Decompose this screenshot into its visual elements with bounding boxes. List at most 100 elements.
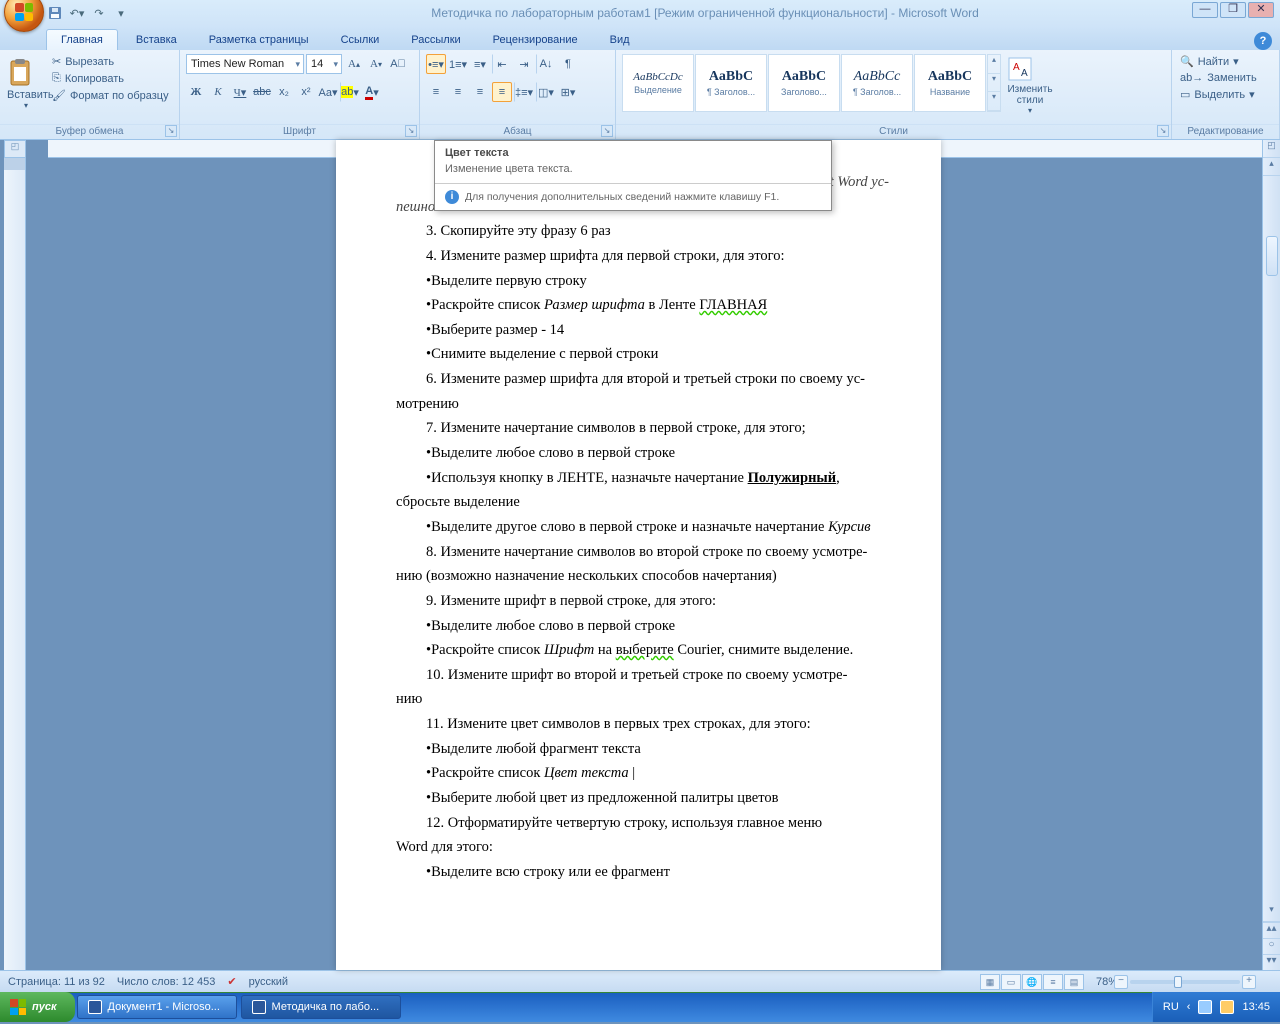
group-label-clipboard: Буфер обмена [0,124,179,138]
group-label-styles: Стили [616,124,1171,138]
clipboard-dialog-launcher[interactable]: ↘ [165,125,177,137]
close-button[interactable]: ✕ [1248,2,1274,18]
next-page-icon[interactable]: ▾▾ [1263,954,1280,970]
view-web[interactable]: 🌐 [1022,974,1042,990]
change-case-button[interactable]: Aa▾ [318,82,338,102]
copy-button[interactable]: ⎘ Копировать [50,71,171,86]
clear-format-icon[interactable]: A⃫ [388,54,408,74]
tab-review[interactable]: Рецензирование [479,30,592,50]
show-marks-button[interactable]: ¶ [558,54,578,74]
align-left-button[interactable]: ≡ [426,82,446,102]
italic-button[interactable]: К [208,82,228,102]
align-center-button[interactable]: ≡ [448,82,468,102]
sort-button[interactable]: A↓ [536,54,556,74]
format-painter-button[interactable]: 🖌 Формат по образцу [50,88,171,103]
ruler-toggle[interactable]: ◰ [4,140,26,158]
status-word-count[interactable]: Число слов: 12 453 [117,976,215,988]
taskbar-item-methodichka[interactable]: Методичка по лабо... [241,995,401,1019]
group-label-paragraph: Абзац [420,124,615,138]
view-buttons: ▦ ▭ 🌐 ≡ ▤ [980,974,1084,990]
status-proofing-icon[interactable]: ✔ [227,975,236,988]
numbering-button[interactable]: 1≡▾ [448,54,468,74]
window-title: Методичка по лабораторным работам1 [Режи… [130,6,1280,20]
grow-font-icon[interactable]: A▴ [344,54,364,74]
shrink-font-icon[interactable]: A▾ [366,54,386,74]
view-print-layout[interactable]: ▦ [980,974,1000,990]
undo-icon[interactable]: ↶▾ [68,4,86,22]
qat-customize-icon[interactable]: ▾ [112,4,130,22]
multilevel-list-button[interactable]: ≡▾ [470,54,490,74]
word-doc-icon [252,1000,266,1014]
tab-mailings[interactable]: Рассылки [397,30,474,50]
vertical-ruler[interactable] [4,140,26,970]
tooltip-desc: Изменение цвета текста. [435,161,831,183]
scroll-up-icon[interactable]: ▴ [1263,158,1280,176]
style-tile[interactable]: AaBbCcDcВыделение [622,54,694,112]
change-styles-button[interactable]: AA Изменить стили▾ [1005,54,1055,117]
maximize-button[interactable]: ❐ [1220,2,1246,18]
paste-button[interactable]: Вставить▾ [6,54,46,120]
tab-references[interactable]: Ссылки [327,30,394,50]
start-button[interactable]: пуск [0,992,75,1022]
tray-show-hidden-icon[interactable]: ‹ [1187,1001,1191,1013]
font-name-combo[interactable]: Times New Roman [186,54,304,74]
font-color-button[interactable]: A▾ [362,82,382,102]
status-page[interactable]: Страница: 11 из 92 [8,976,105,988]
vertical-scrollbar[interactable]: ◰ ▴ ▾ ▴▴ ○ ▾▾ [1262,140,1280,970]
bold-button[interactable]: Ж [186,82,206,102]
browse-object-icon[interactable]: ○ [1263,938,1280,954]
highlight-color-button[interactable]: ab▾ [340,82,360,102]
tray-clock[interactable]: 13:45 [1242,1001,1270,1013]
font-size-combo[interactable]: 14 [306,54,342,74]
font-dialog-launcher[interactable]: ↘ [405,125,417,137]
select-button[interactable]: ▭ Выделить ▾ [1178,87,1259,102]
prev-page-icon[interactable]: ▴▴ [1263,922,1280,938]
ruler-toggle-icon[interactable]: ◰ [1263,140,1280,158]
minimize-button[interactable]: — [1192,2,1218,18]
tab-page-layout[interactable]: Разметка страницы [195,30,323,50]
zoom-handle[interactable] [1174,976,1182,988]
view-full-screen[interactable]: ▭ [1001,974,1021,990]
style-tile[interactable]: AaBbCc¶ Заголов... [841,54,913,112]
tray-lang[interactable]: RU [1163,1001,1179,1013]
view-outline[interactable]: ≡ [1043,974,1063,990]
tray-icon[interactable] [1220,1000,1234,1014]
tab-view[interactable]: Вид [596,30,644,50]
tooltip-title: Цвет текста [435,141,831,161]
view-draft[interactable]: ▤ [1064,974,1084,990]
styles-gallery[interactable]: AaBbCcDcВыделение AaBbC¶ Заголов... AaBb… [622,54,1001,112]
shading-button[interactable]: ◫▾ [536,82,556,102]
find-button[interactable]: 🔍 Найти ▾ [1178,54,1259,69]
document-page[interactable]: rosoft Word ус- пешно! 3. Скопируйте эту… [336,140,941,970]
align-right-button[interactable]: ≡ [470,82,490,102]
subscript-button[interactable]: x₂ [274,82,294,102]
help-icon[interactable]: ? [1254,32,1272,50]
justify-button[interactable]: ≡ [492,82,512,102]
redo-icon[interactable]: ↷ [90,4,108,22]
taskbar-item-doc1[interactable]: Документ1 - Microso... [77,995,237,1019]
status-language[interactable]: русский [249,976,288,988]
gallery-scroll[interactable]: ▴▾▾ [987,54,1001,112]
underline-button[interactable]: Ч▾ [230,82,250,102]
paragraph-dialog-launcher[interactable]: ↘ [601,125,613,137]
increase-indent-button[interactable]: ⇥ [514,54,534,74]
superscript-button[interactable]: x² [296,82,316,102]
styles-dialog-launcher[interactable]: ↘ [1157,125,1169,137]
line-spacing-button[interactable]: ‡≡▾ [514,82,534,102]
scroll-thumb[interactable] [1266,236,1278,276]
save-icon[interactable] [46,4,64,22]
bullets-button[interactable]: •≡▾ [426,54,446,74]
style-tile[interactable]: AaBbCЗаголово... [768,54,840,112]
tab-insert[interactable]: Вставка [122,30,191,50]
tab-home[interactable]: Главная [46,29,118,50]
decrease-indent-button[interactable]: ⇤ [492,54,512,74]
replace-button[interactable]: ab→ Заменить [1178,71,1259,85]
zoom-slider[interactable] [1130,980,1240,984]
scroll-down-icon[interactable]: ▾ [1263,904,1280,922]
strikethrough-button[interactable]: abc [252,82,272,102]
borders-button[interactable]: ⊞▾ [558,82,578,102]
style-tile[interactable]: AaBbCНазвание [914,54,986,112]
cut-button[interactable]: ✂ Вырезать [50,54,171,69]
style-tile[interactable]: AaBbC¶ Заголов... [695,54,767,112]
tray-icon[interactable] [1198,1000,1212,1014]
